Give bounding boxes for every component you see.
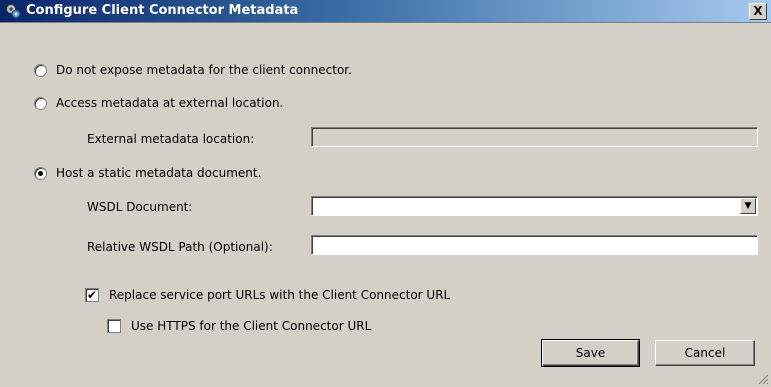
use-https-label: Use HTTPS for the Client Connector URL: [131, 319, 372, 333]
window-title: Configure Client Connector Metadata: [26, 3, 299, 18]
radio-external-location-indicator[interactable]: [34, 96, 47, 110]
resize-grip-icon[interactable]: [757, 373, 769, 385]
checkbox-use-https[interactable]: Use HTTPS for the Client Connector URL: [107, 319, 371, 333]
dropdown-arrow-icon[interactable]: ▼: [740, 198, 756, 214]
radio-no-metadata-label: Do not expose metadata for the client co…: [56, 63, 352, 77]
checkbox-replace-urls[interactable]: ✔ Replace service port URLs with the Cli…: [85, 288, 450, 302]
radio-static-metadata-label: Host a static metadata document.: [56, 166, 262, 180]
radio-no-metadata[interactable]: Do not expose metadata for the client co…: [34, 63, 352, 77]
close-button[interactable]: X: [749, 3, 767, 20]
cancel-button[interactable]: Cancel: [655, 340, 755, 366]
radio-static-metadata[interactable]: Host a static metadata document.: [34, 166, 261, 180]
external-location-label: External metadata location:: [87, 132, 255, 146]
radio-external-location-label: Access metadata at external location.: [56, 96, 284, 110]
relative-path-label: Relative WSDL Path (Optional):: [87, 240, 273, 254]
wsdl-document-label: WSDL Document:: [87, 200, 193, 214]
relative-path-field[interactable]: [311, 235, 758, 255]
radio-external-location[interactable]: Access metadata at external location.: [34, 96, 283, 110]
external-location-field[interactable]: [311, 127, 758, 147]
use-https-checkbox[interactable]: [107, 319, 121, 333]
save-button[interactable]: Save: [541, 339, 640, 367]
title-bar: Configure Client Connector Metadata X: [0, 0, 771, 23]
connector-gear-icon: [6, 4, 21, 19]
radio-no-metadata-indicator[interactable]: [34, 63, 47, 77]
radio-static-metadata-indicator[interactable]: [34, 166, 47, 180]
wsdl-document-select[interactable]: ▼: [311, 196, 758, 216]
replace-urls-checkbox[interactable]: ✔: [85, 288, 99, 302]
replace-urls-label: Replace service port URLs with the Clien…: [109, 288, 451, 302]
